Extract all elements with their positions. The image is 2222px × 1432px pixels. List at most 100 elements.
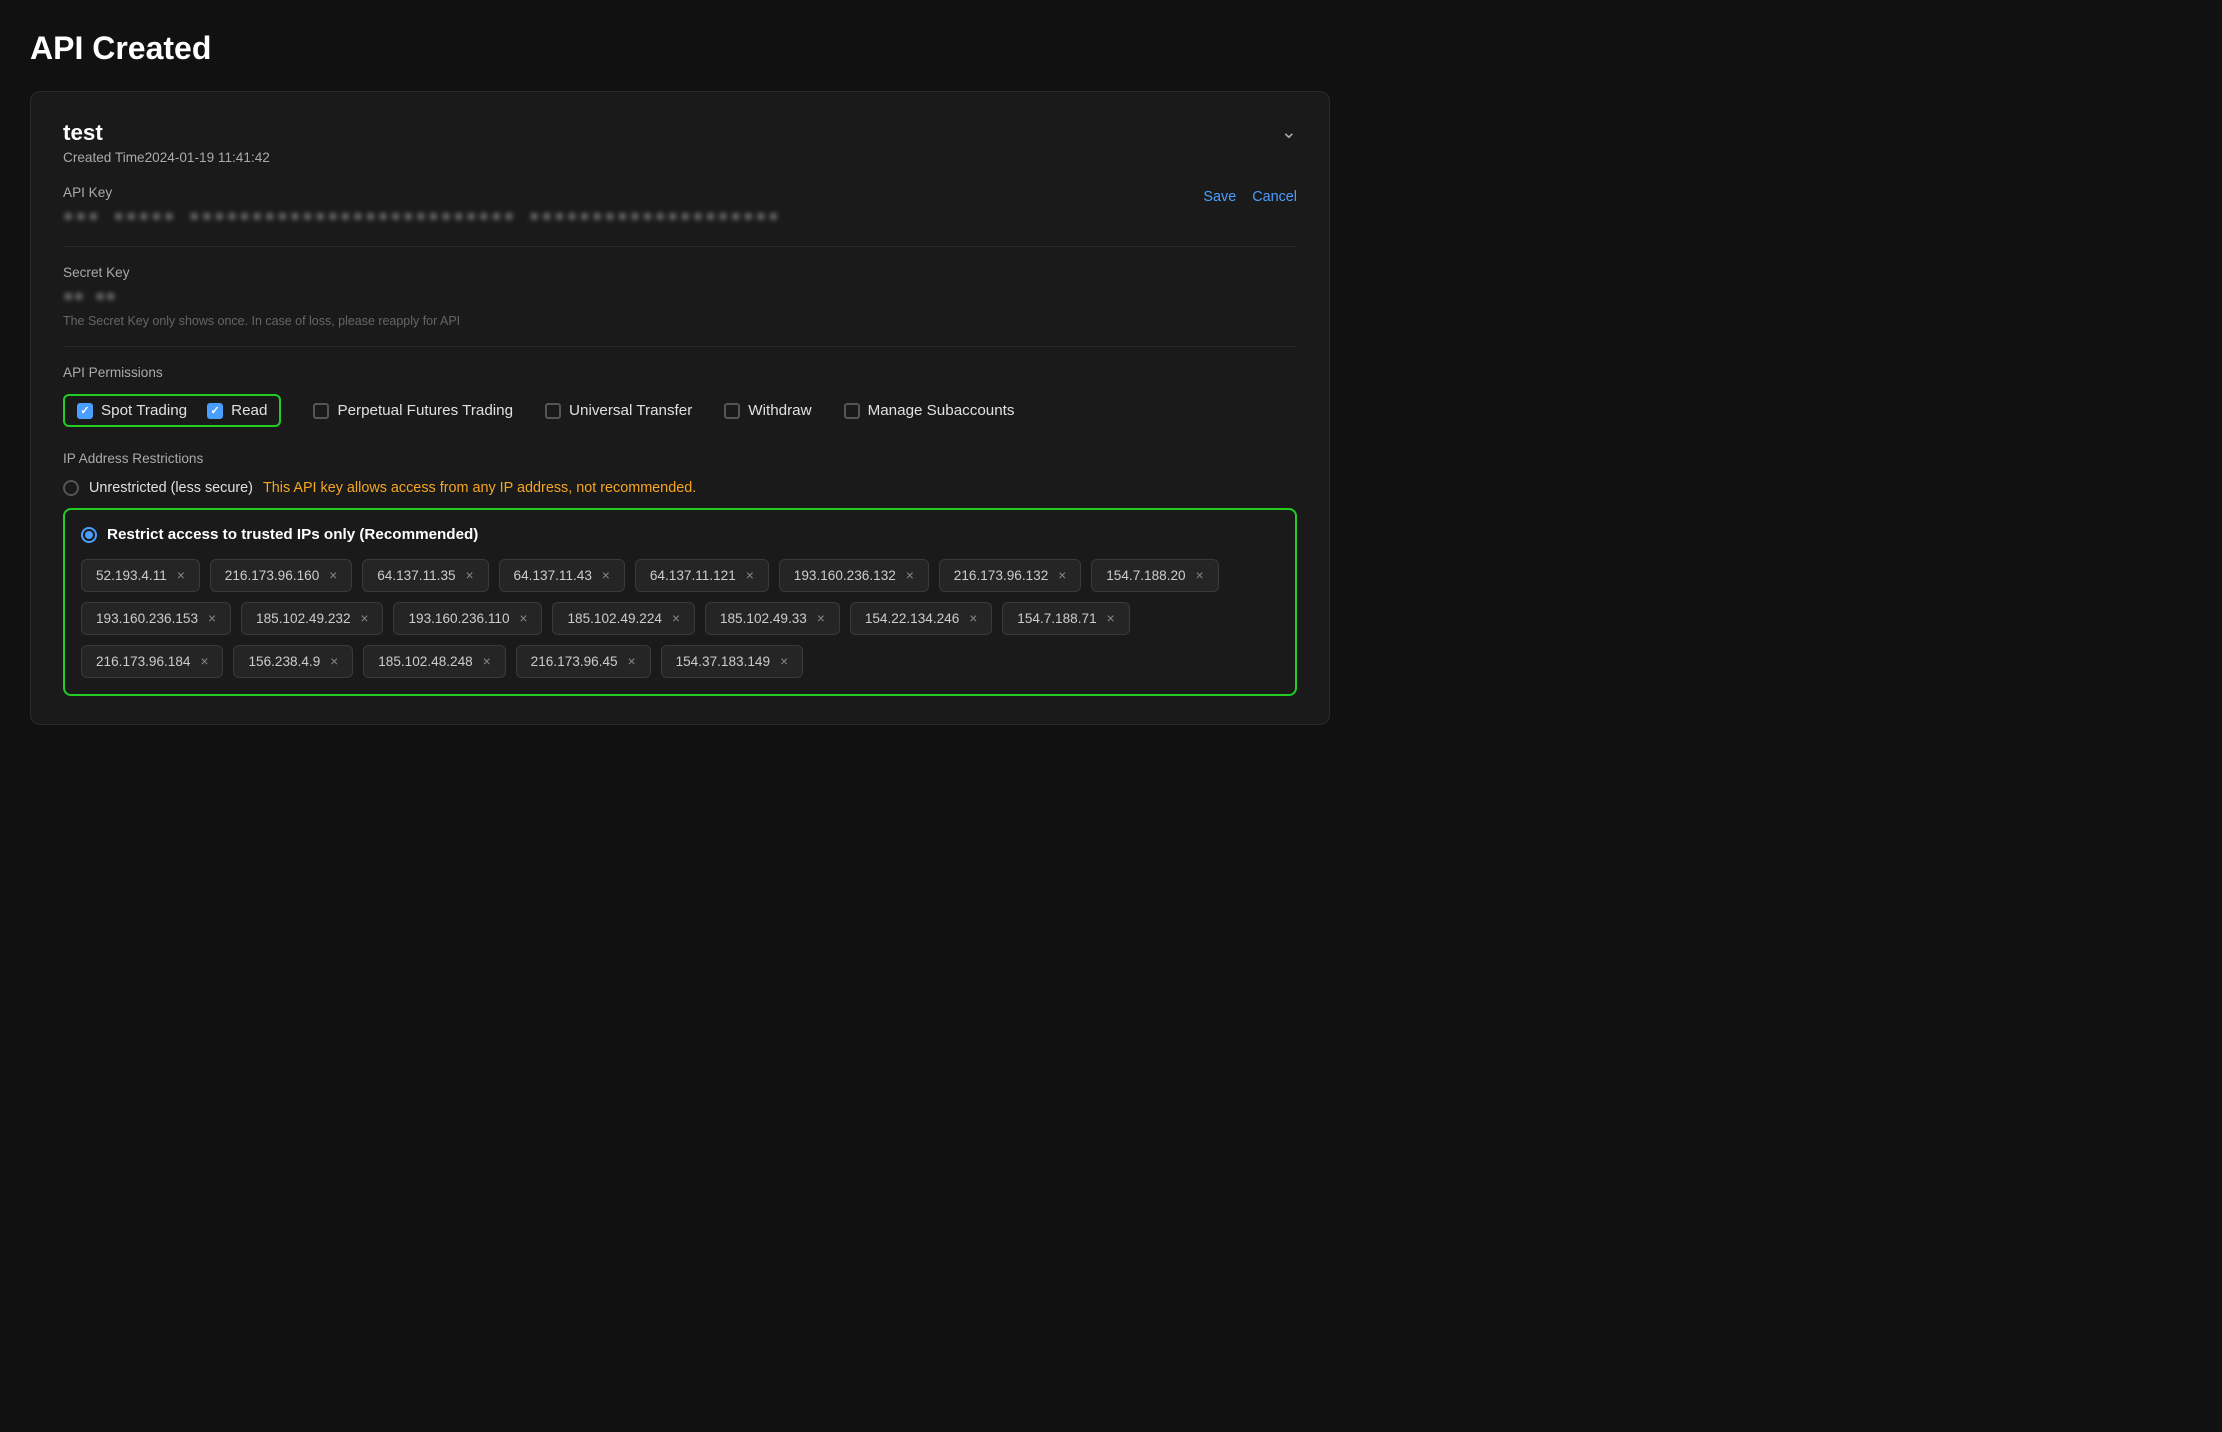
secret-key-note: The Secret Key only shows once. In case … xyxy=(63,314,1297,328)
ip-address: 216.173.96.184 xyxy=(96,654,191,669)
ip-remove-button[interactable]: × xyxy=(780,654,788,669)
api-name-row: test Created Time2024-01-19 11:41:42 ⌄ xyxy=(63,120,1297,165)
ip-remove-button[interactable]: × xyxy=(330,654,338,669)
secret-key-section: Secret Key •• •• The Secret Key only sho… xyxy=(63,265,1297,328)
ip-tag: 216.173.96.160× xyxy=(210,559,352,592)
ip-remove-button[interactable]: × xyxy=(177,568,185,583)
ip-remove-button[interactable]: × xyxy=(208,611,216,626)
api-name: test xyxy=(63,120,270,146)
ip-tag: 193.160.236.153 × xyxy=(81,602,231,635)
action-links: Save Cancel xyxy=(1203,189,1297,205)
ip-tag: 156.238.4.9 × xyxy=(233,645,353,678)
unrestricted-warning: This API key allows access from any IP a… xyxy=(263,480,696,496)
perm-withdraw[interactable]: Withdraw xyxy=(724,402,811,419)
ip-remove-button[interactable]: × xyxy=(201,654,209,669)
secret-key-value: •• •• xyxy=(63,288,1297,308)
perm-manage-subaccounts[interactable]: Manage Subaccounts xyxy=(844,402,1015,419)
chevron-down-icon[interactable]: ⌄ xyxy=(1281,120,1297,144)
ip-tag: 185.102.49.224× xyxy=(552,602,694,635)
perm-spot-trading[interactable]: Spot Trading xyxy=(77,402,187,419)
ip-tag: 185.102.49.232× xyxy=(241,602,383,635)
ip-address: 193.160.236.153 xyxy=(96,611,198,626)
ip-address: 64.137.11.35 xyxy=(377,568,455,583)
perm-universal-transfer[interactable]: Universal Transfer xyxy=(545,402,692,419)
perm-read[interactable]: Read xyxy=(207,402,267,419)
ip-remove-button[interactable]: × xyxy=(672,611,680,626)
trusted-ip-box: Restrict access to trusted IPs only (Rec… xyxy=(63,508,1297,696)
ip-tag: 185.102.49.33 × xyxy=(705,602,840,635)
ip-address: 154.7.188.20 xyxy=(1106,568,1185,583)
ip-remove-button[interactable]: × xyxy=(483,654,491,669)
ip-remove-button[interactable]: × xyxy=(628,654,636,669)
ip-tag: 64.137.11.43 × xyxy=(499,559,625,592)
highlighted-permissions-group: Spot Trading Read xyxy=(63,394,281,427)
ip-address: 193.160.236.110 xyxy=(408,611,509,626)
ip-address: 193.160.236.132 xyxy=(794,568,896,583)
manage-subaccounts-checkbox[interactable] xyxy=(844,403,860,419)
restricted-option[interactable]: Restrict access to trusted IPs only (Rec… xyxy=(81,526,1279,543)
created-time: Created Time2024-01-19 11:41:42 xyxy=(63,150,270,165)
ip-tag: 154.7.188.71× xyxy=(1002,602,1129,635)
ip-remove-button[interactable]: × xyxy=(602,568,610,583)
secret-key-label: Secret Key xyxy=(63,265,1297,280)
ip-tag: 216.173.96.132 × xyxy=(939,559,1081,592)
ip-remove-button[interactable]: × xyxy=(969,611,977,626)
spot-trading-checkbox[interactable] xyxy=(77,403,93,419)
ip-remove-button[interactable]: × xyxy=(1058,568,1066,583)
ip-remove-button[interactable]: × xyxy=(361,611,369,626)
unrestricted-option[interactable]: Unrestricted (less secure) This API key … xyxy=(63,480,1297,496)
perpetual-futures-label: Perpetual Futures Trading xyxy=(337,402,513,419)
perpetual-futures-checkbox[interactable] xyxy=(313,403,329,419)
ip-remove-button[interactable]: × xyxy=(817,611,825,626)
universal-transfer-checkbox[interactable] xyxy=(545,403,561,419)
api-key-label: API Key xyxy=(63,185,112,200)
spot-trading-label: Spot Trading xyxy=(101,402,187,419)
restricted-label: Restrict access to trusted IPs only (Rec… xyxy=(107,526,478,543)
ip-address: 216.173.96.45 xyxy=(531,654,618,669)
ip-address: 64.137.11.121 xyxy=(650,568,736,583)
ip-address: 185.102.49.33 xyxy=(720,611,807,626)
restricted-radio[interactable] xyxy=(81,527,97,543)
ip-tag: 154.7.188.20 × xyxy=(1091,559,1218,592)
unrestricted-radio[interactable] xyxy=(63,480,79,496)
read-checkbox[interactable] xyxy=(207,403,223,419)
ip-address: 154.37.183.149 xyxy=(676,654,771,669)
permissions-row: Spot Trading Read Perpetual Futures Trad… xyxy=(63,394,1297,427)
ip-address: 64.137.11.43 xyxy=(514,568,592,583)
api-name-group: test Created Time2024-01-19 11:41:42 xyxy=(63,120,270,165)
ip-remove-button[interactable]: × xyxy=(1196,568,1204,583)
withdraw-checkbox[interactable] xyxy=(724,403,740,419)
ip-tag: 64.137.11.121 × xyxy=(635,559,769,592)
ip-tag: 64.137.11.35 × xyxy=(362,559,488,592)
ip-tag: 216.173.96.184 × xyxy=(81,645,223,678)
ip-address: 156.238.4.9 xyxy=(248,654,320,669)
cancel-button[interactable]: Cancel xyxy=(1252,189,1297,205)
divider-1 xyxy=(63,246,1297,247)
page-title: API Created xyxy=(30,30,2192,67)
save-button[interactable]: Save xyxy=(1203,189,1236,205)
api-key-value: ••• ••••• •••••••••••••••••••••••••• •••… xyxy=(63,208,1297,228)
ip-remove-button[interactable]: × xyxy=(906,568,914,583)
ip-remove-button[interactable]: × xyxy=(329,568,337,583)
ip-address: 216.173.96.132 xyxy=(954,568,1049,583)
perm-perpetual-futures[interactable]: Perpetual Futures Trading xyxy=(313,402,513,419)
permissions-section: API Permissions Spot Trading Read Perpet… xyxy=(63,365,1297,427)
api-card: test Created Time2024-01-19 11:41:42 ⌄ A… xyxy=(30,91,1330,725)
ip-remove-button[interactable]: × xyxy=(746,568,754,583)
ip-remove-button[interactable]: × xyxy=(1107,611,1115,626)
ip-address: 185.102.48.248 xyxy=(378,654,473,669)
api-key-section: API Key Save Cancel ••• ••••• ••••••••••… xyxy=(63,185,1297,228)
api-key-row: API Key Save Cancel xyxy=(63,185,1297,208)
ip-tags-container: 52.193.4.11×216.173.96.160×64.137.11.35×… xyxy=(81,559,1279,678)
ip-tag: 216.173.96.45 × xyxy=(516,645,651,678)
ip-restrictions-label: IP Address Restrictions xyxy=(63,451,1297,466)
ip-address: 52.193.4.11 xyxy=(96,568,167,583)
ip-tag: 154.22.134.246 × xyxy=(850,602,992,635)
ip-tag: 185.102.48.248 × xyxy=(363,645,505,678)
ip-remove-button[interactable]: × xyxy=(466,568,474,583)
ip-remove-button[interactable]: × xyxy=(520,611,528,626)
read-label: Read xyxy=(231,402,267,419)
ip-tag: 52.193.4.11 × xyxy=(81,559,200,592)
ip-restrictions-section: IP Address Restrictions Unrestricted (le… xyxy=(63,451,1297,696)
ip-address: 154.22.134.246 xyxy=(865,611,960,626)
